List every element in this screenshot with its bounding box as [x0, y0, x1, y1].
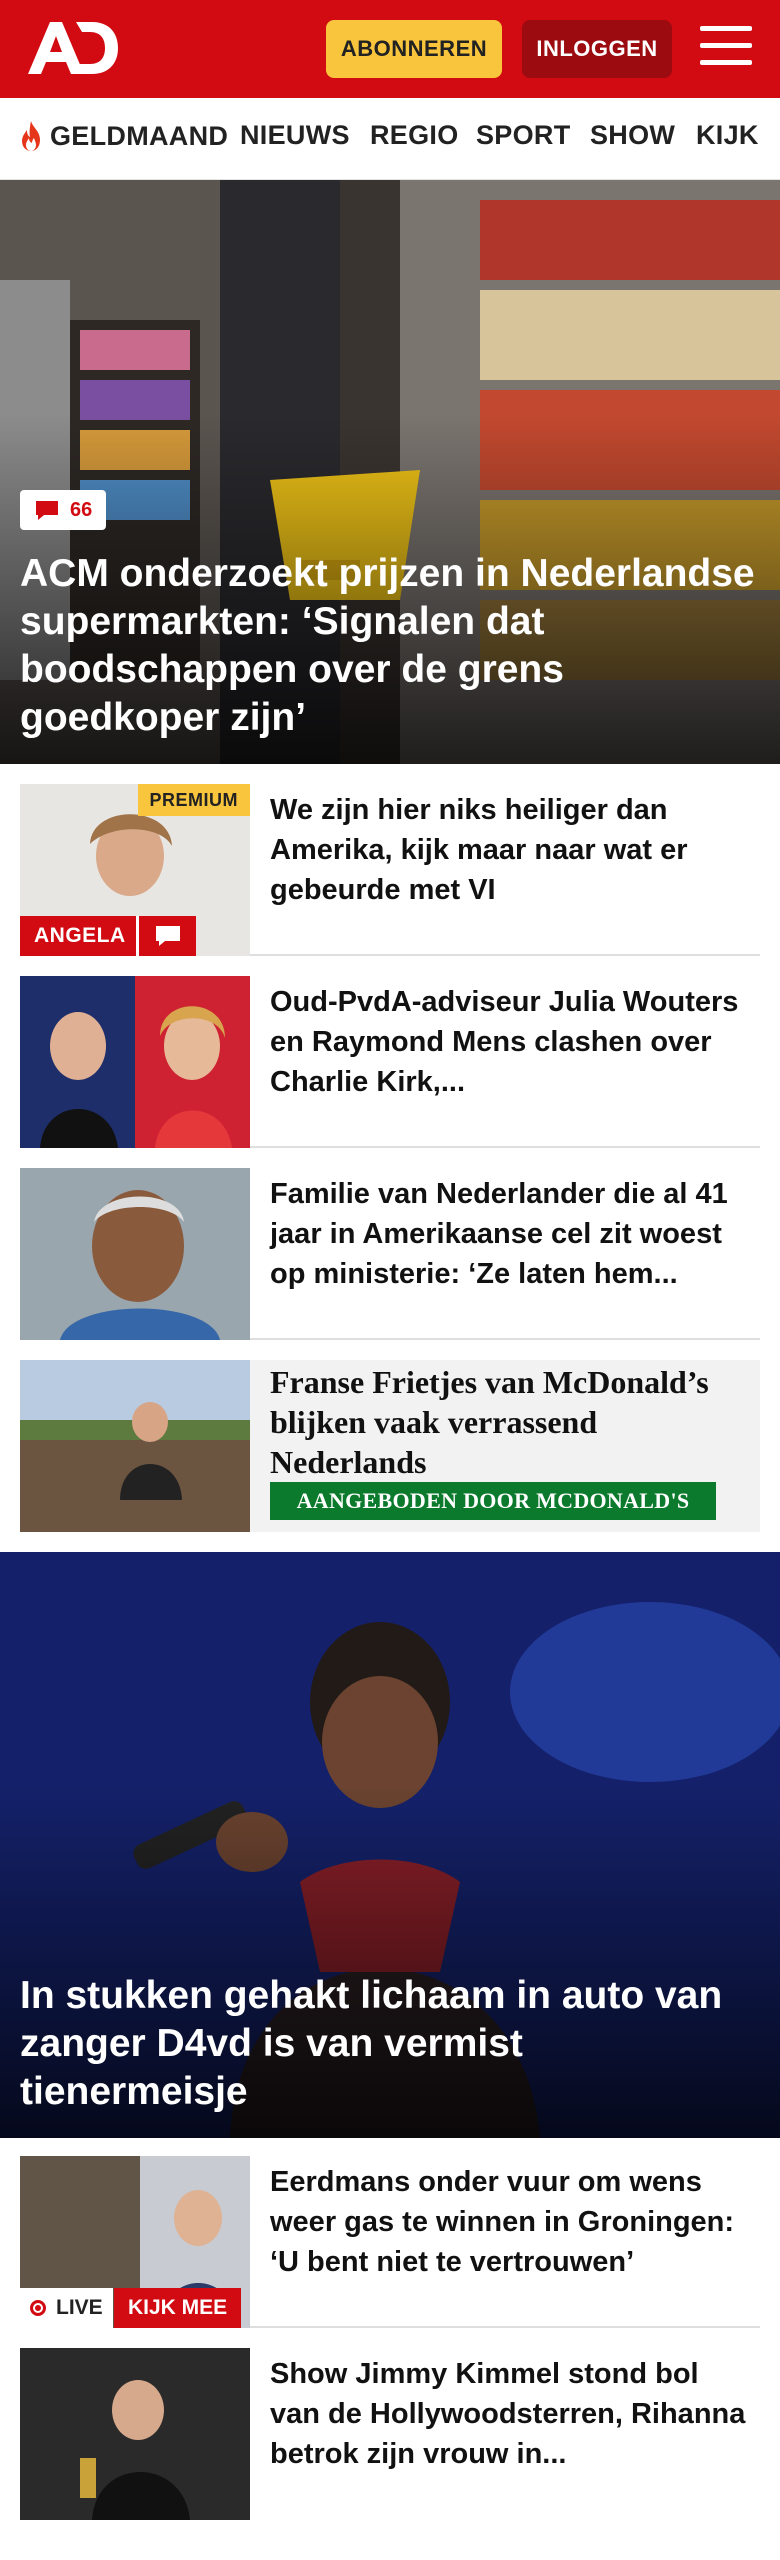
- article-thumbnail: [20, 1168, 250, 1340]
- list-item[interactable]: Show Jimmy Kimmel stond bol van de Holly…: [20, 2348, 760, 2520]
- subscribe-button[interactable]: ABONNEREN: [326, 20, 502, 78]
- list-item[interactable]: LIVE KIJK MEE Eerdmans onder vuur om wen…: [20, 2156, 760, 2328]
- ad-logo[interactable]: [24, 16, 120, 80]
- list-item[interactable]: Oud-PvdA-adviseur Julia Wouters en Raymo…: [20, 976, 760, 1148]
- watch-live-button[interactable]: KIJK MEE: [114, 2288, 242, 2328]
- comment-count-badge[interactable]: 66: [20, 490, 107, 530]
- article-thumbnail: [20, 1360, 250, 1532]
- nav-item-kijk[interactable]: KIJK: [696, 120, 759, 151]
- article-thumbnail: [20, 2348, 250, 2520]
- article-thumbnail: PREMIUM ANGELA: [20, 784, 250, 956]
- sponsored-label: AANGEBODEN DOOR MCDONALD'S: [270, 1482, 716, 1520]
- article-thumbnail: LIVE KIJK MEE: [20, 2156, 250, 2328]
- author-tag: ANGELA: [20, 916, 140, 956]
- list-item[interactable]: PREMIUM ANGELA We zijn hier niks heilige…: [20, 784, 760, 956]
- section-nav: GELDMAAND NIEUWS REGIO SPORT SHOW KIJK: [0, 98, 780, 180]
- live-dot-icon: [30, 2300, 46, 2316]
- live-badge: LIVE: [20, 2288, 113, 2328]
- login-button[interactable]: INLOGGEN: [522, 20, 672, 78]
- hero-headline[interactable]: In stukken gehakt lichaam in auto van za…: [20, 1972, 756, 2116]
- hero-headline[interactable]: ACM onderzoekt prijzen in Nederland­se s…: [20, 550, 756, 742]
- sponsored-list-item[interactable]: Franse Frietjes van McDonald’s blijken v…: [20, 1360, 760, 1532]
- comment-icon-tag: [136, 916, 196, 956]
- article-title[interactable]: Eerdmans onder vuur om wens weer gas te …: [270, 2162, 750, 2282]
- article-title[interactable]: We zijn hier niks heiliger dan Amerika, …: [270, 790, 750, 910]
- hero-article-supermarkt[interactable]: 66 ACM onderzoekt prijzen in Nederland­s…: [0, 180, 780, 764]
- comment-bubble-icon: [36, 501, 58, 520]
- nav-item-nieuws[interactable]: NIEUWS: [240, 120, 350, 151]
- article-title[interactable]: Oud-PvdA-adviseur Julia Wouters en Raymo…: [270, 982, 750, 1102]
- nav-item-geldmaand[interactable]: GELDMAAND: [18, 120, 228, 152]
- hero-article-d4vd[interactable]: In stukken gehakt lichaam in auto van za…: [0, 1552, 780, 2138]
- comment-bubble-icon: [155, 926, 180, 946]
- nav-item-show[interactable]: SHOW: [590, 120, 675, 151]
- article-thumbnail: [20, 976, 250, 1148]
- article-title[interactable]: Franse Frietjes van McDonald’s blijken v…: [270, 1362, 750, 1482]
- article-title[interactable]: Familie van Nederlander die al 41 jaar i…: [270, 1174, 750, 1294]
- flame-icon: [22, 121, 40, 151]
- list-item[interactable]: Familie van Nederlander die al 41 jaar i…: [20, 1168, 760, 1340]
- article-title[interactable]: Show Jimmy Kimmel stond bol van de Holly…: [270, 2354, 750, 2474]
- premium-badge: PREMIUM: [137, 784, 250, 816]
- nav-item-sport[interactable]: SPORT: [476, 120, 571, 151]
- hamburger-menu-icon[interactable]: [700, 26, 752, 70]
- top-header: ABONNEREN INLOGGEN: [0, 0, 780, 98]
- nav-item-regio[interactable]: REGIO: [370, 120, 459, 151]
